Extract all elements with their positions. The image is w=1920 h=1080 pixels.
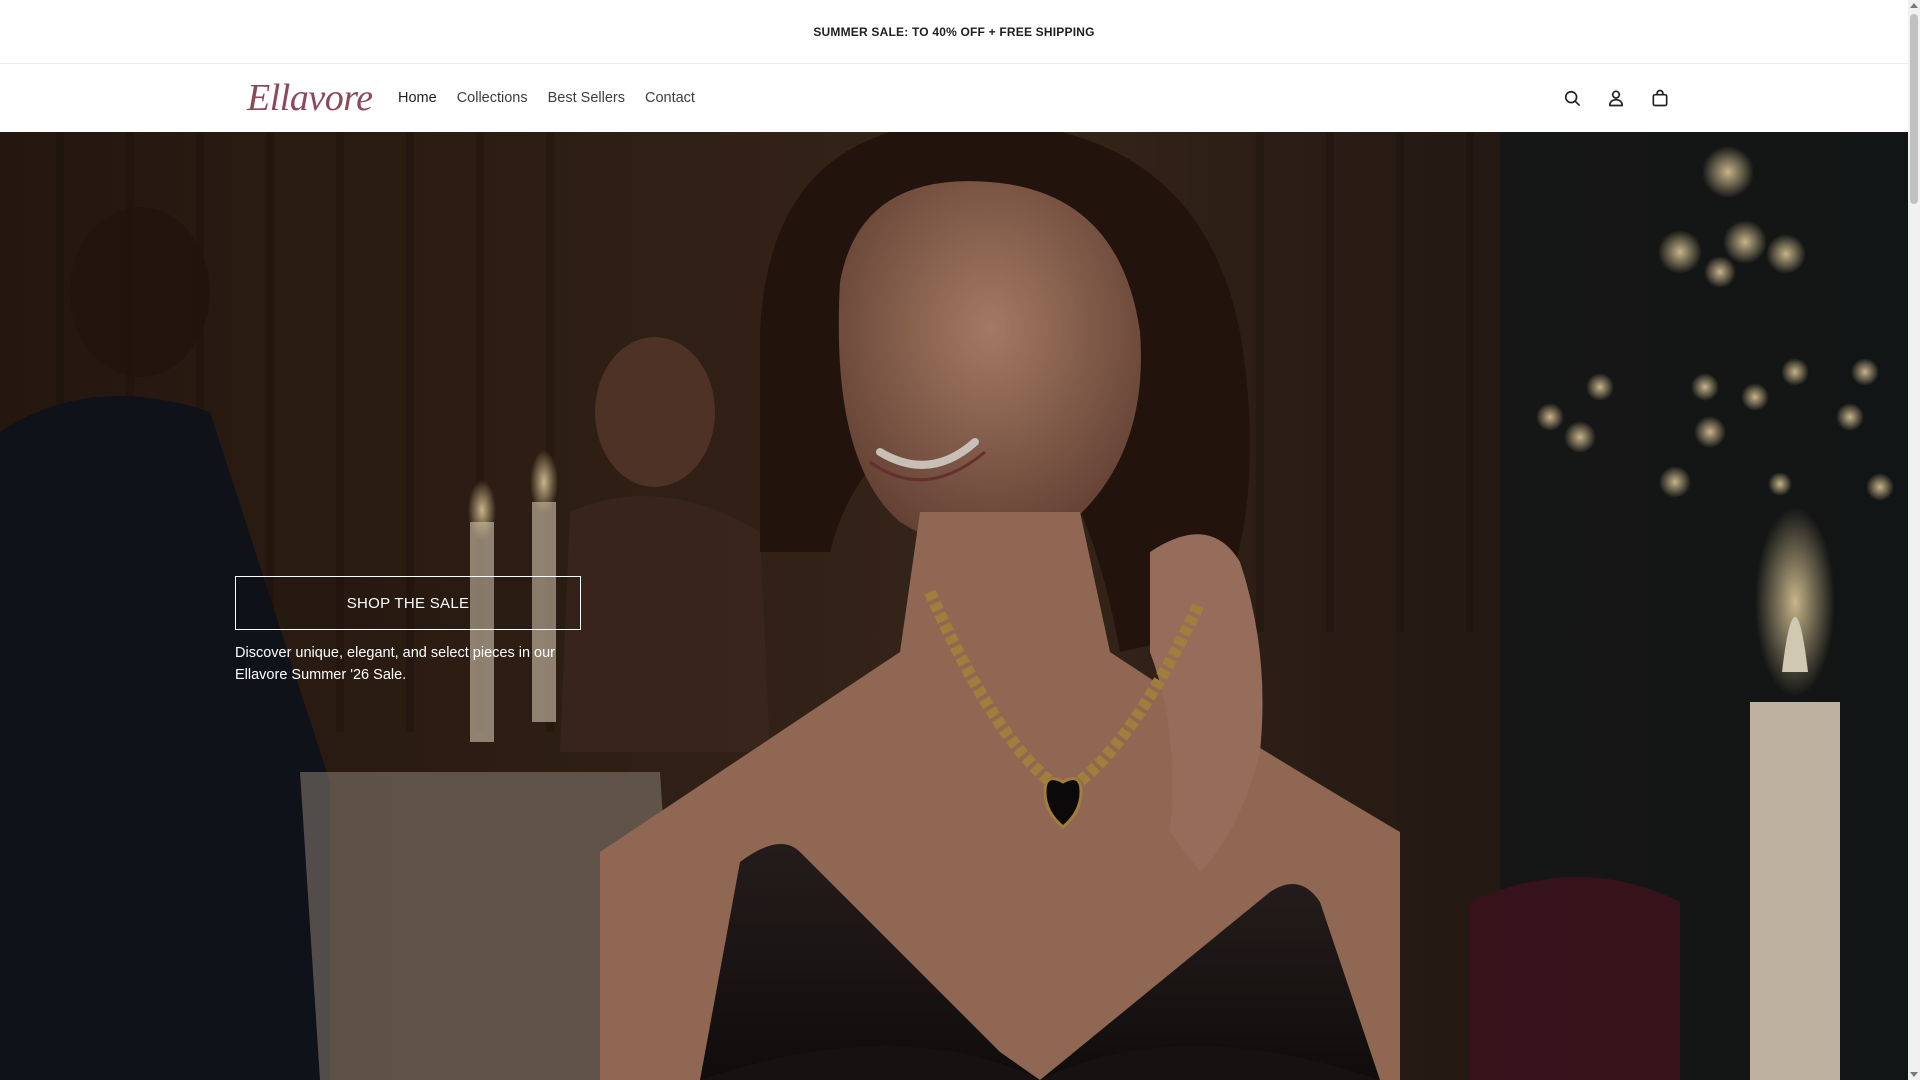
main-nav: Home Collections Best Sellers Contact — [398, 64, 695, 132]
nav-item-home[interactable]: Home — [398, 90, 437, 106]
page-scrollbar[interactable] — [1908, 0, 1920, 1080]
hero-banner: SHOP THE SALE Discover unique, elegant, … — [0, 132, 1908, 1080]
hero-description: Discover unique, elegant, and select pie… — [235, 645, 555, 683]
scroll-up-arrow-icon[interactable] — [1910, 3, 1918, 8]
nav-item-collections[interactable]: Collections — [457, 90, 528, 106]
shop-the-sale-button[interactable]: SHOP THE SALE — [235, 576, 581, 630]
page-viewport: SUMMER SALE: TO 40% OFF + FREE SHIPPING … — [0, 0, 1908, 1080]
nav-item-best-sellers[interactable]: Best Sellers — [548, 90, 625, 106]
search-icon[interactable] — [1560, 86, 1584, 110]
nav-item-contact[interactable]: Contact — [645, 90, 695, 106]
account-icon[interactable] — [1604, 86, 1628, 110]
scroll-down-arrow-icon[interactable] — [1910, 1072, 1918, 1077]
header-icons — [1560, 64, 1672, 132]
site-header: Ellavore Home Collections Best Sellers C… — [0, 64, 1908, 132]
cart-icon[interactable] — [1648, 86, 1672, 110]
announcement-text: SUMMER SALE: TO 40% OFF + FREE SHIPPING — [813, 24, 1095, 39]
announcement-bar: SUMMER SALE: TO 40% OFF + FREE SHIPPING — [0, 0, 1908, 64]
site-logo[interactable]: Ellavore — [247, 76, 373, 120]
scrollbar-thumb[interactable] — [1910, 14, 1918, 204]
